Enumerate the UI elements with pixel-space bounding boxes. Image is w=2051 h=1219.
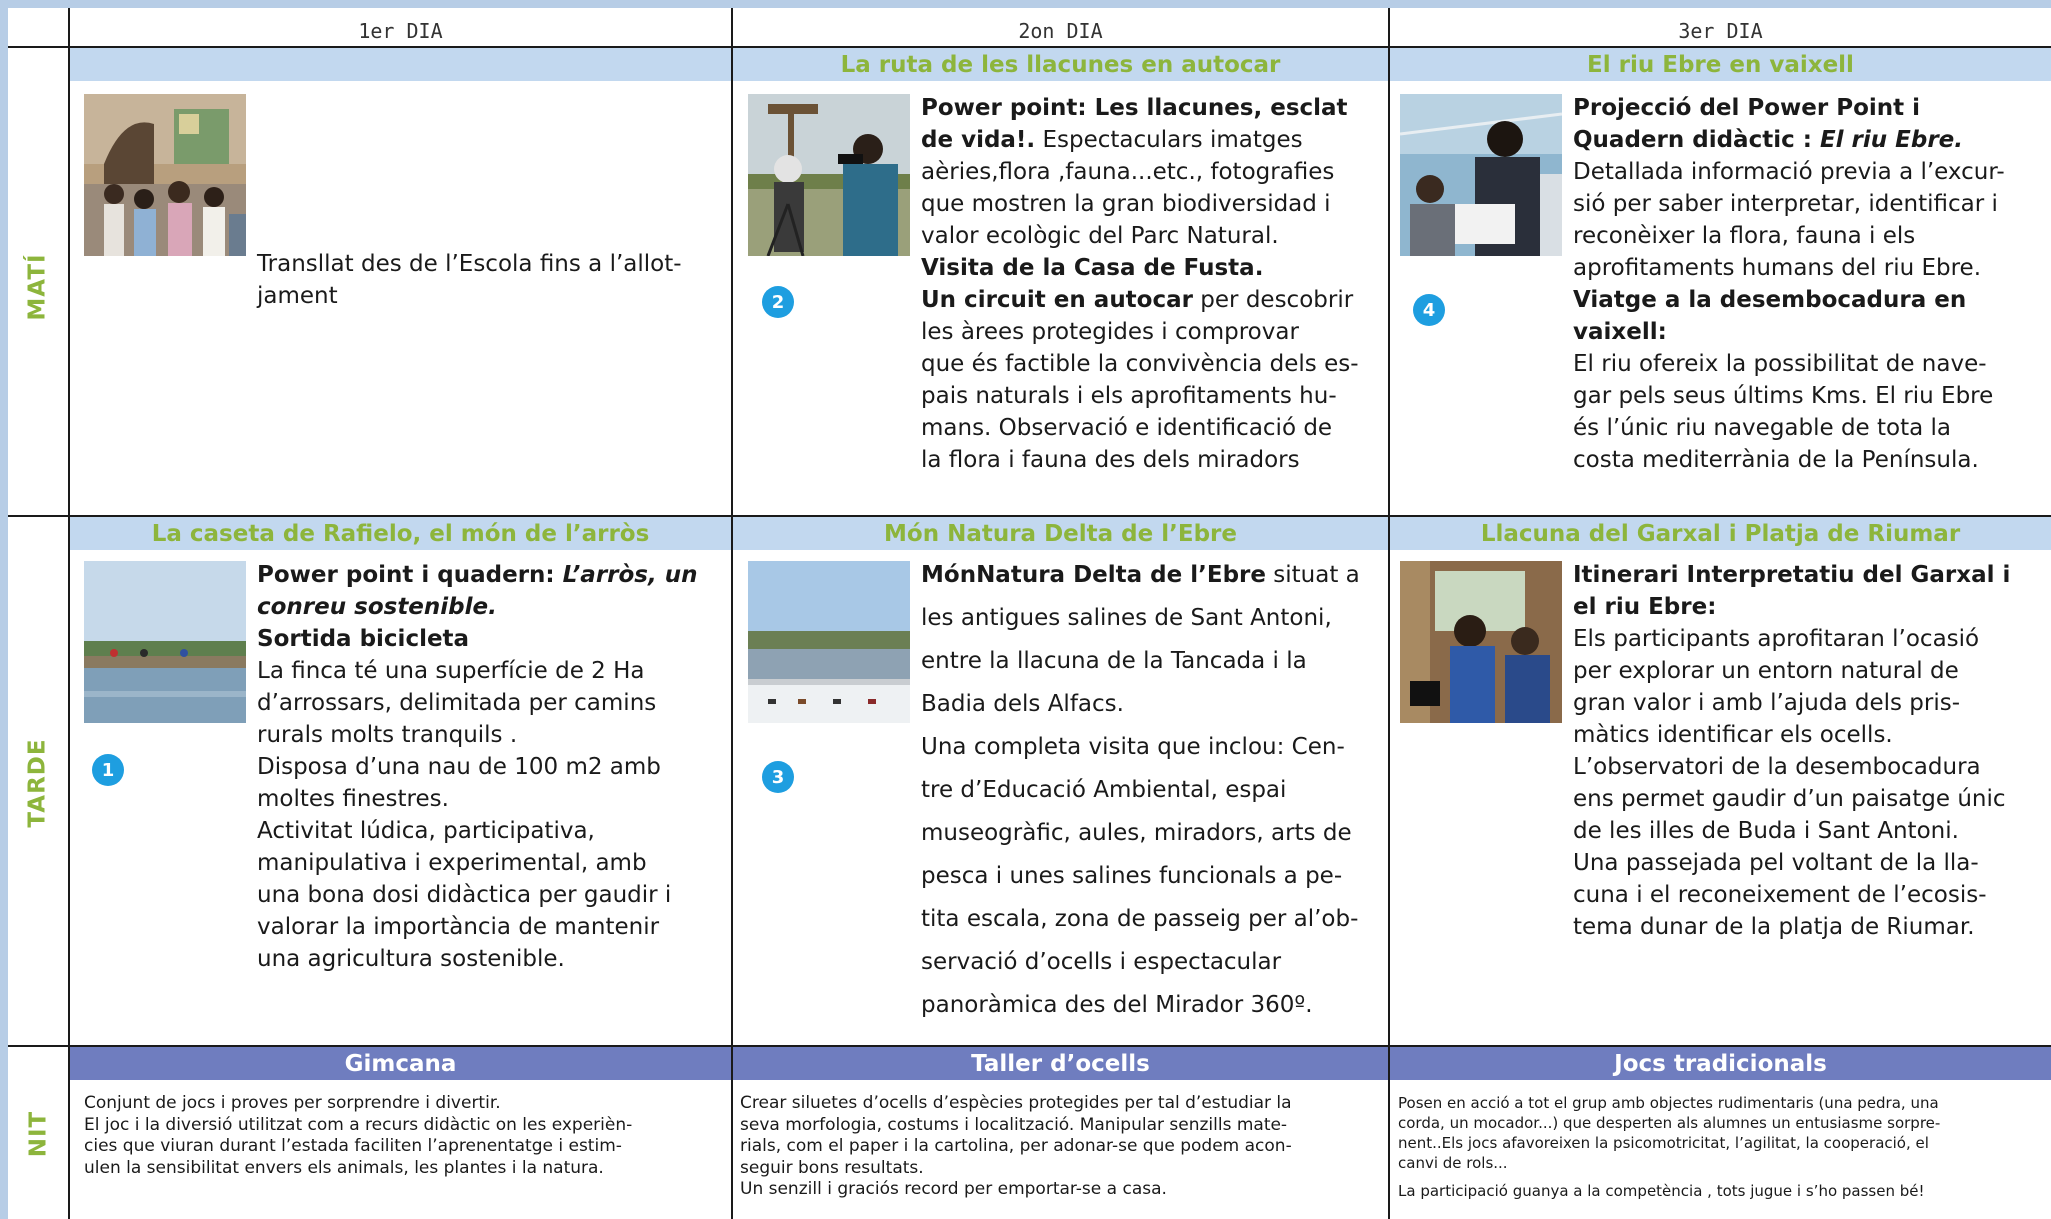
- mati-day3-text: Projecció del Power Point i Quadern didà…: [1573, 95, 2005, 473]
- grid-line: [1388, 8, 1390, 1219]
- row-label-tarde: TARDE: [25, 738, 51, 828]
- mati-day1-band: [70, 48, 731, 81]
- mati-day2-text: Power point: Les llacunes, esclat de vid…: [921, 95, 1359, 473]
- tarde-day1-title: La caseta de Rafielo, el món de l’arròs: [70, 517, 731, 550]
- rice-fields-photo: [84, 561, 246, 723]
- mati-day2-title: La ruta de les llacunes en autocar: [733, 48, 1388, 81]
- activity-number-badge: 4: [1413, 294, 1445, 326]
- tarde-day1-text: Power point i quadern: L’arròs, un conre…: [257, 562, 698, 972]
- nit-day1-title: Gimcana: [70, 1047, 731, 1080]
- grid-line: [8, 1045, 2051, 1047]
- activity-number-badge: 1: [92, 754, 124, 786]
- mati-day1-text: Transllat des de l’Escola fins a l’allot…: [257, 251, 682, 309]
- observatory-photo: [1400, 561, 1562, 723]
- nit-day2-text: Crear siluetes d’ocells d’espècies prote…: [740, 1093, 1292, 1199]
- schedule-table: 1er DIA 2on DIA 3er DIA MATÍ TARDE NIT L…: [8, 8, 2051, 1219]
- grid-line: [8, 46, 2051, 48]
- activity-number-badge: 2: [762, 286, 794, 318]
- grid-line: [68, 8, 70, 1219]
- birdwatching-photo: [748, 94, 910, 256]
- row-label-nit: NIT: [25, 1110, 51, 1158]
- grid-line: [8, 515, 2051, 517]
- nit-day2-title: Taller d’ocells: [733, 1047, 1388, 1080]
- nit-day1-text: Conjunt de jocs i proves per sorprendre …: [84, 1093, 633, 1178]
- tarde-day3-title: Llacuna del Garxal i Platja de Riumar: [1390, 517, 2051, 550]
- activity-number-badge: 3: [762, 761, 794, 793]
- mati-day3-title: El riu Ebre en vaixell: [1390, 48, 2051, 81]
- tarde-day2-title: Món Natura Delta de l’Ebre: [733, 517, 1388, 550]
- grid-line: [731, 8, 733, 1219]
- nit-day3-text: Posen en acció a tot el grup amb objecte…: [1398, 1094, 1941, 1200]
- tarde-day3-text: Itinerari Interpretatiu del Garxal i el …: [1573, 562, 2011, 940]
- boat-trip-photo: [1400, 94, 1562, 256]
- row-label-mati: MATÍ: [25, 252, 51, 321]
- salt-flats-photo: [748, 561, 910, 723]
- school-departure-photo: [84, 94, 246, 256]
- tarde-day2-text: MónNatura Delta de l’Ebre situat a les a…: [921, 562, 1360, 1018]
- nit-day3-title: Jocs tradicionals: [1390, 1047, 2051, 1080]
